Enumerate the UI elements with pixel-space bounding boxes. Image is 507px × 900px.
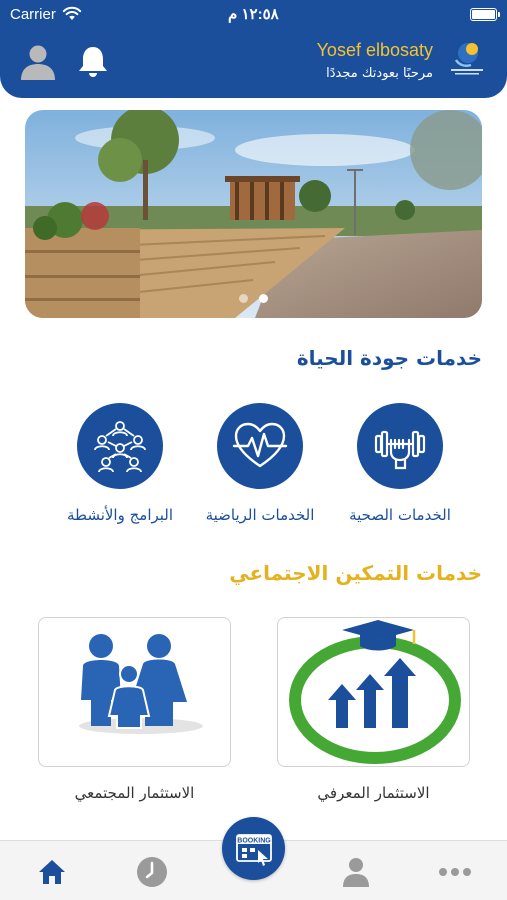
- family-icon: [79, 634, 203, 734]
- center-logo-icon: [447, 38, 487, 78]
- card-knowledge-investment[interactable]: [277, 617, 470, 767]
- wifi-icon: [62, 6, 82, 20]
- booking-label: BOOKING: [237, 837, 271, 844]
- service-health-label[interactable]: الخدمات الصحية: [325, 506, 475, 524]
- app-header: Carrier ١٢:٥٨ م Yosef elbosaty مرحبًا بع…: [0, 0, 507, 98]
- home-icon: [39, 860, 65, 884]
- carousel-dot-1[interactable]: [239, 294, 248, 303]
- graduation-growth-icon: [289, 620, 461, 764]
- user-avatar-icon[interactable]: [18, 42, 58, 82]
- service-programs-label[interactable]: البرامج والأنشطة: [45, 506, 195, 524]
- card-knowledge-label[interactable]: الاستثمار المعرفي: [277, 784, 470, 802]
- park-walkway-photo: [25, 110, 482, 318]
- battery-icon: [470, 8, 500, 21]
- people-network-icon: [94, 421, 146, 473]
- service-sports-circle[interactable]: [217, 403, 303, 489]
- card-community-investment[interactable]: [38, 617, 231, 767]
- carrier-label: Carrier: [10, 6, 56, 23]
- section-title-quality: خدمات جودة الحياة: [296, 346, 482, 370]
- service-health[interactable]: الخدمات الصحية: [335, 400, 465, 530]
- service-health-circle[interactable]: [357, 403, 443, 489]
- banner-slider[interactable]: [25, 110, 482, 318]
- tab-home[interactable]: [35, 855, 69, 889]
- card-community-label[interactable]: الاستثمار المجتمعي: [38, 784, 231, 802]
- status-time: ١٢:٥٨ م: [228, 6, 279, 23]
- bell-icon[interactable]: [76, 44, 110, 80]
- home-screen: Carrier ١٢:٥٨ م Yosef elbosaty مرحبًا بع…: [0, 0, 507, 900]
- status-bar: Carrier ١٢:٥٨ م: [0, 0, 507, 30]
- service-programs-circle[interactable]: [77, 403, 163, 489]
- more-dots-icon: [439, 868, 471, 876]
- section-title-empowerment: خدمات التمكين الاجتماعي: [229, 561, 482, 585]
- booking-button[interactable]: BOOKING: [222, 817, 285, 880]
- booking-calendar-icon: BOOKING: [235, 833, 272, 866]
- heart-pulse-icon: [232, 422, 288, 468]
- service-sports[interactable]: الخدمات الرياضية: [195, 400, 325, 530]
- tab-profile[interactable]: [339, 855, 373, 889]
- clock-icon: [137, 857, 167, 887]
- carousel-dot-2[interactable]: [259, 294, 268, 303]
- service-programs[interactable]: البرامج والأنشطة: [55, 400, 185, 530]
- tab-more[interactable]: [438, 855, 472, 889]
- user-name: Yosef elbosaty: [316, 40, 433, 60]
- dumbbell-fist-icon: [374, 430, 426, 470]
- person-icon: [343, 858, 369, 887]
- welcome-text: مرحبًا بعودتك مجددًا: [326, 66, 433, 81]
- tab-history[interactable]: [135, 855, 169, 889]
- service-sports-label[interactable]: الخدمات الرياضية: [185, 506, 335, 524]
